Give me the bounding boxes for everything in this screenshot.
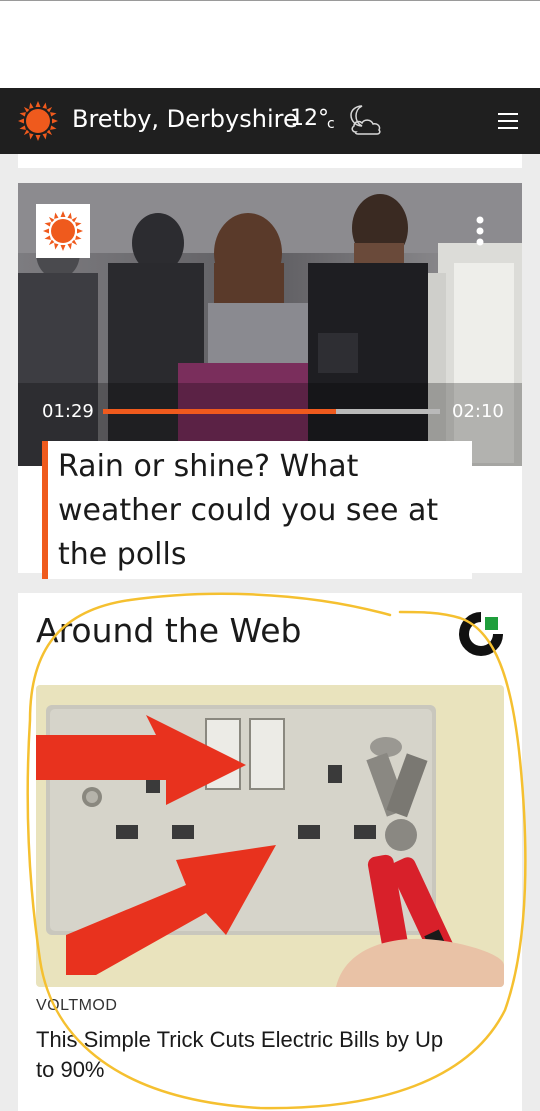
kebab-menu-icon[interactable]	[474, 215, 486, 247]
crescent-moon-cloud-icon	[350, 105, 381, 135]
video-headline: Rain or shine? What weather could you se…	[58, 449, 439, 572]
status-area	[0, 0, 540, 88]
section-title: Around the Web	[36, 611, 302, 650]
progress-bar[interactable]	[103, 409, 440, 414]
around-the-web-card: Around the Web VOLTMOD This Simple Trick…	[18, 593, 522, 1111]
ad-source[interactable]: VOLTMOD	[36, 997, 117, 1015]
current-temperature: 12°	[290, 106, 329, 131]
previous-card-edge	[18, 154, 522, 168]
weather-header: Bretby, Derbyshire 12° c	[0, 88, 540, 154]
ad-title[interactable]: This Simple Trick Cuts Electric Bills by…	[36, 1025, 456, 1085]
duration: 02:10	[452, 401, 504, 422]
current-time: 01:29	[42, 401, 94, 422]
ad-image[interactable]	[36, 685, 504, 987]
video-thumbnail	[18, 183, 522, 466]
outbrain-logo-icon[interactable]	[458, 611, 504, 657]
sun-logo-icon	[36, 204, 90, 258]
sun-icon[interactable]	[18, 101, 58, 141]
location-name[interactable]: Bretby, Derbyshire	[72, 105, 298, 133]
temperature-unit[interactable]: c	[327, 116, 335, 132]
video-headline-box[interactable]: Rain or shine? What weather could you se…	[42, 441, 472, 579]
progress-fill	[103, 409, 336, 414]
video-player[interactable]: 01:29 02:10	[18, 183, 522, 466]
hamburger-menu-icon[interactable]	[496, 110, 520, 132]
video-card[interactable]: 01:29 02:10 Rain or shine? What weather …	[18, 183, 522, 579]
